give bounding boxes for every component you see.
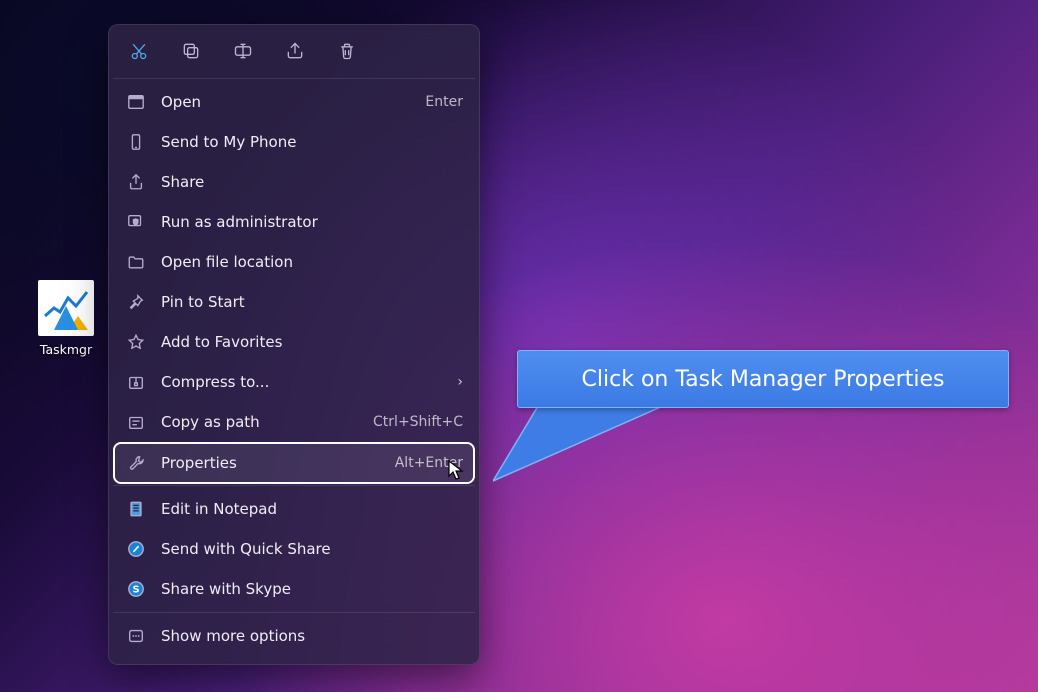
- menu-label: Share with Skype: [161, 580, 463, 598]
- notepad-icon: [125, 498, 147, 520]
- quick-share-icon: [125, 538, 147, 560]
- callout-tail: [493, 406, 673, 506]
- callout-text: Click on Task Manager Properties: [582, 367, 945, 392]
- archive-icon: [125, 371, 147, 393]
- desktop-icon-taskmgr[interactable]: Taskmgr: [34, 280, 98, 357]
- folder-icon: [125, 251, 147, 273]
- menu-label: Edit in Notepad: [161, 500, 463, 518]
- share-icon: [125, 171, 147, 193]
- menu-label: Properties: [161, 454, 385, 472]
- menu-item-share[interactable]: Share: [109, 162, 479, 202]
- taskmgr-icon: [38, 280, 94, 336]
- menu-label: Add to Favorites: [161, 333, 463, 351]
- desktop-icon-label: Taskmgr: [34, 342, 98, 357]
- instruction-callout: Click on Task Manager Properties: [517, 350, 1009, 408]
- menu-shortcut: Ctrl+Shift+C: [373, 414, 463, 430]
- menu-item-open[interactable]: Open Enter: [109, 82, 479, 122]
- window-icon: [125, 91, 147, 113]
- menu-item-pin-to-start[interactable]: Pin to Start: [109, 282, 479, 322]
- menu-item-add-to-favorites[interactable]: Add to Favorites: [109, 322, 479, 362]
- menu-label: Show more options: [161, 627, 463, 645]
- menu-shortcut: Enter: [425, 94, 463, 110]
- menu-label: Run as administrator: [161, 213, 463, 231]
- context-menu: Open Enter Send to My Phone Share Run as…: [108, 24, 480, 665]
- menu-item-run-as-administrator[interactable]: Run as administrator: [109, 202, 479, 242]
- menu-label: Compress to...: [161, 373, 447, 391]
- chevron-right-icon: ›: [457, 374, 463, 390]
- menu-item-copy-as-path[interactable]: Copy as path Ctrl+Shift+C: [109, 402, 479, 442]
- menu-label: Copy as path: [161, 413, 363, 431]
- menu-divider: [113, 485, 475, 486]
- menu-label: Send with Quick Share: [161, 540, 463, 558]
- menu-label: Open: [161, 93, 415, 111]
- menu-label: Open file location: [161, 253, 463, 271]
- star-icon: [125, 331, 147, 353]
- menu-item-show-more-options[interactable]: Show more options: [109, 616, 479, 656]
- phone-icon: [125, 131, 147, 153]
- menu-shortcut: Alt+Enter: [395, 455, 463, 471]
- menu-item-open-file-location[interactable]: Open file location: [109, 242, 479, 282]
- menu-item-properties[interactable]: Properties Alt+Enter: [115, 444, 473, 482]
- delete-button[interactable]: [335, 39, 359, 63]
- skype-icon: S: [125, 578, 147, 600]
- share-button[interactable]: [283, 39, 307, 63]
- menu-item-edit-in-notepad[interactable]: Edit in Notepad: [109, 489, 479, 529]
- menu-item-share-with-skype[interactable]: S Share with Skype: [109, 569, 479, 609]
- menu-divider: [113, 78, 475, 79]
- rename-button[interactable]: [231, 39, 255, 63]
- context-toolbar: [109, 25, 479, 75]
- pin-icon: [125, 291, 147, 313]
- menu-item-compress-to[interactable]: Compress to... ›: [109, 362, 479, 402]
- copy-button[interactable]: [179, 39, 203, 63]
- shield-window-icon: [125, 211, 147, 233]
- menu-item-send-with-quick-share[interactable]: Send with Quick Share: [109, 529, 479, 569]
- cut-button[interactable]: [127, 39, 151, 63]
- wrench-icon: [125, 452, 147, 474]
- menu-label: Share: [161, 173, 463, 191]
- svg-text:S: S: [132, 585, 139, 596]
- menu-label: Send to My Phone: [161, 133, 463, 151]
- menu-divider: [113, 612, 475, 613]
- copy-path-icon: [125, 411, 147, 433]
- menu-label: Pin to Start: [161, 293, 463, 311]
- menu-item-send-to-my-phone[interactable]: Send to My Phone: [109, 122, 479, 162]
- more-options-icon: [125, 625, 147, 647]
